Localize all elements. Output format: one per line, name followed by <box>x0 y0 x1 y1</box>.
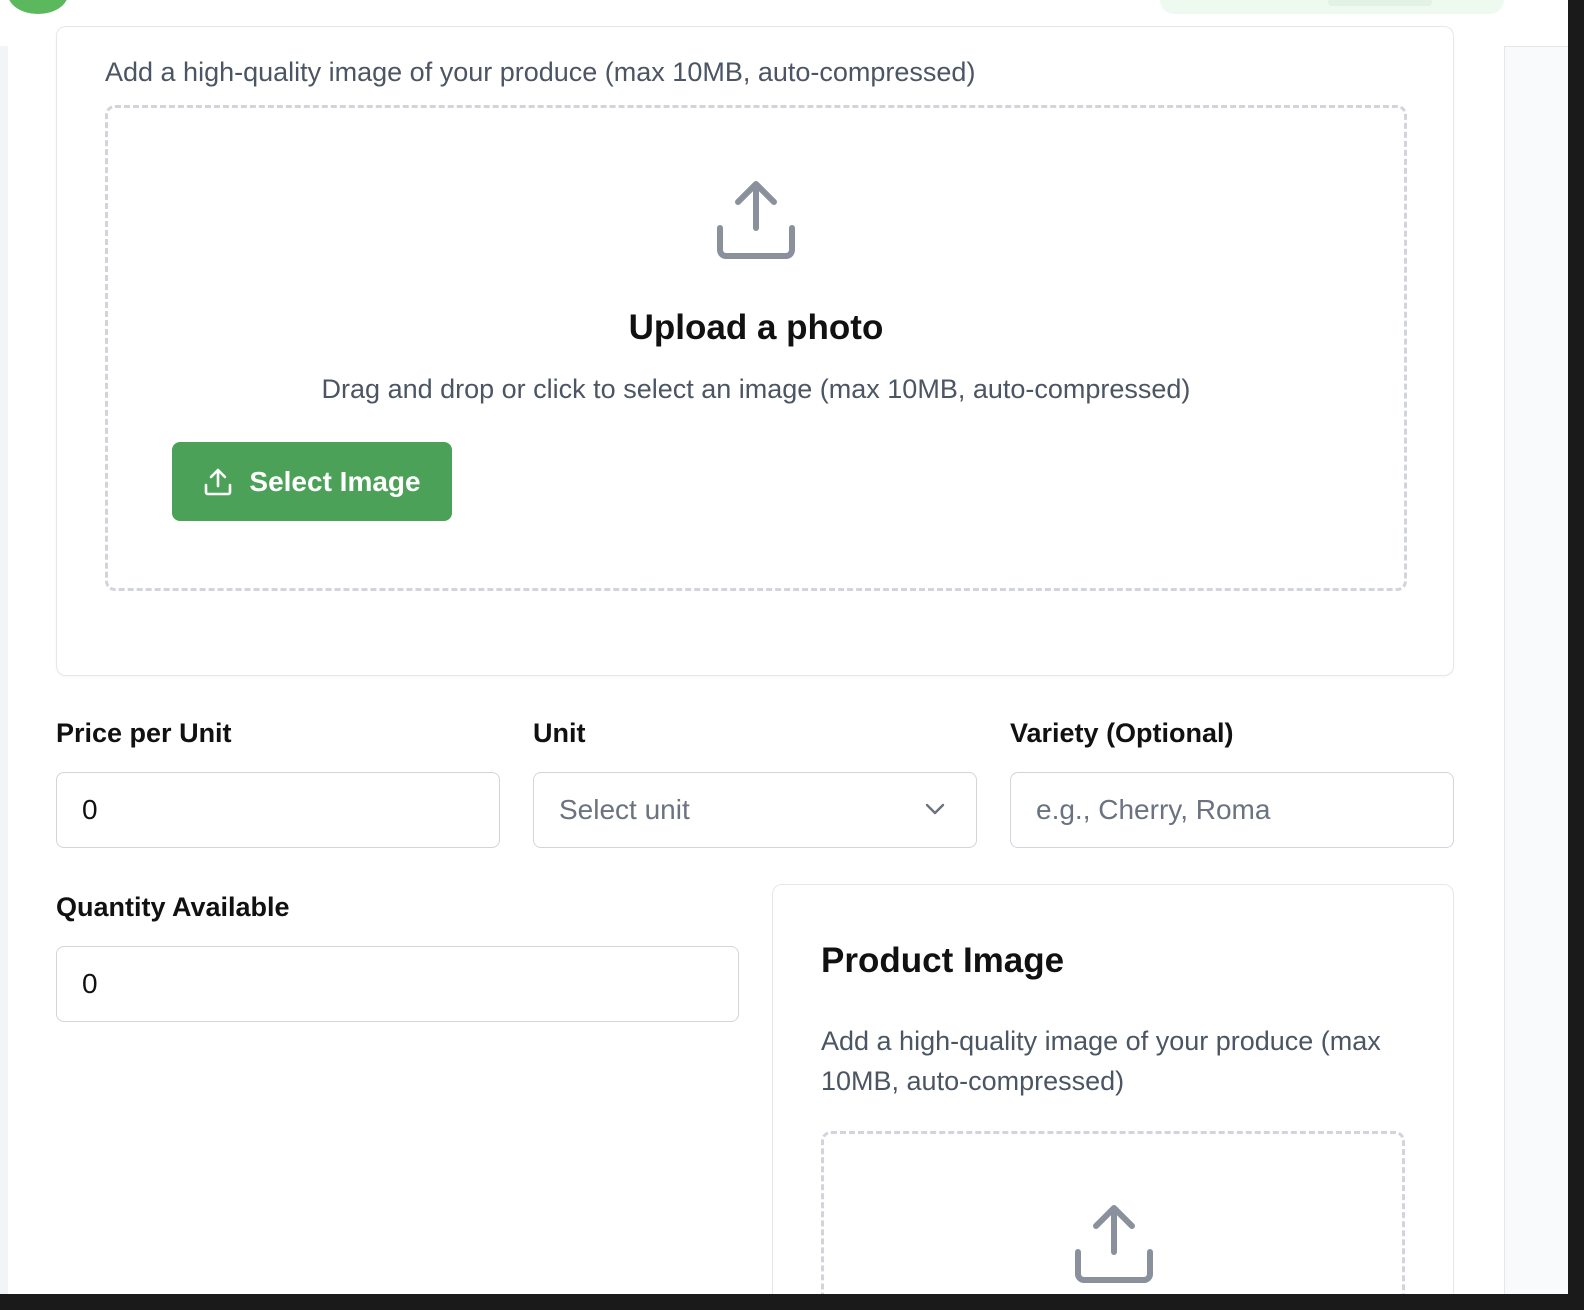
select-image-label: Select Image <box>249 465 421 497</box>
quantity-label: Quantity Available <box>56 892 290 922</box>
price-label: Price per Unit <box>56 718 232 748</box>
main-content: Add a high-quality image of your produce… <box>8 26 1505 1294</box>
upload-icon <box>205 468 232 495</box>
logo[interactable] <box>8 0 68 14</box>
select-image-button[interactable]: Select Image <box>172 442 452 521</box>
upload-card-description: Add a high-quality image of your produce… <box>105 57 976 87</box>
unit-label: Unit <box>533 718 586 748</box>
top-pill[interactable] <box>1160 0 1504 14</box>
unit-placeholder: Select unit <box>559 794 690 825</box>
app-window: Add a high-quality image of your produce… <box>0 0 1568 1294</box>
product-image-description: Add a high-quality image of your produce… <box>821 1026 1381 1096</box>
variety-input[interactable]: e.g., Cherry, Roma <box>1010 772 1454 848</box>
variety-placeholder: e.g., Cherry, Roma <box>1036 794 1271 825</box>
chevron-down-icon <box>925 803 945 815</box>
price-input[interactable]: 0 <box>56 772 500 848</box>
dropzone-subtitle: Drag and drop or click to select an imag… <box>321 374 1191 404</box>
upload-icon <box>1075 1205 1153 1283</box>
product-image-title: Product Image <box>821 941 1065 980</box>
top-pill-highlight <box>1328 0 1432 6</box>
image-dropzone[interactable]: Upload a photo Drag and drop or click to… <box>105 105 1407 591</box>
unit-select[interactable]: Select unit <box>533 772 977 848</box>
price-value: 0 <box>82 794 98 825</box>
variety-label: Variety (Optional) <box>1010 718 1234 748</box>
quantity-value: 0 <box>82 968 98 999</box>
upload-icon <box>717 181 795 259</box>
upload-card: Add a high-quality image of your produce… <box>56 26 1454 676</box>
product-image-dropzone[interactable] <box>821 1131 1405 1294</box>
product-image-card: Product Image Add a high-quality image o… <box>772 884 1454 1294</box>
dropzone-title: Upload a photo <box>628 308 884 347</box>
quantity-input[interactable]: 0 <box>56 946 739 1022</box>
